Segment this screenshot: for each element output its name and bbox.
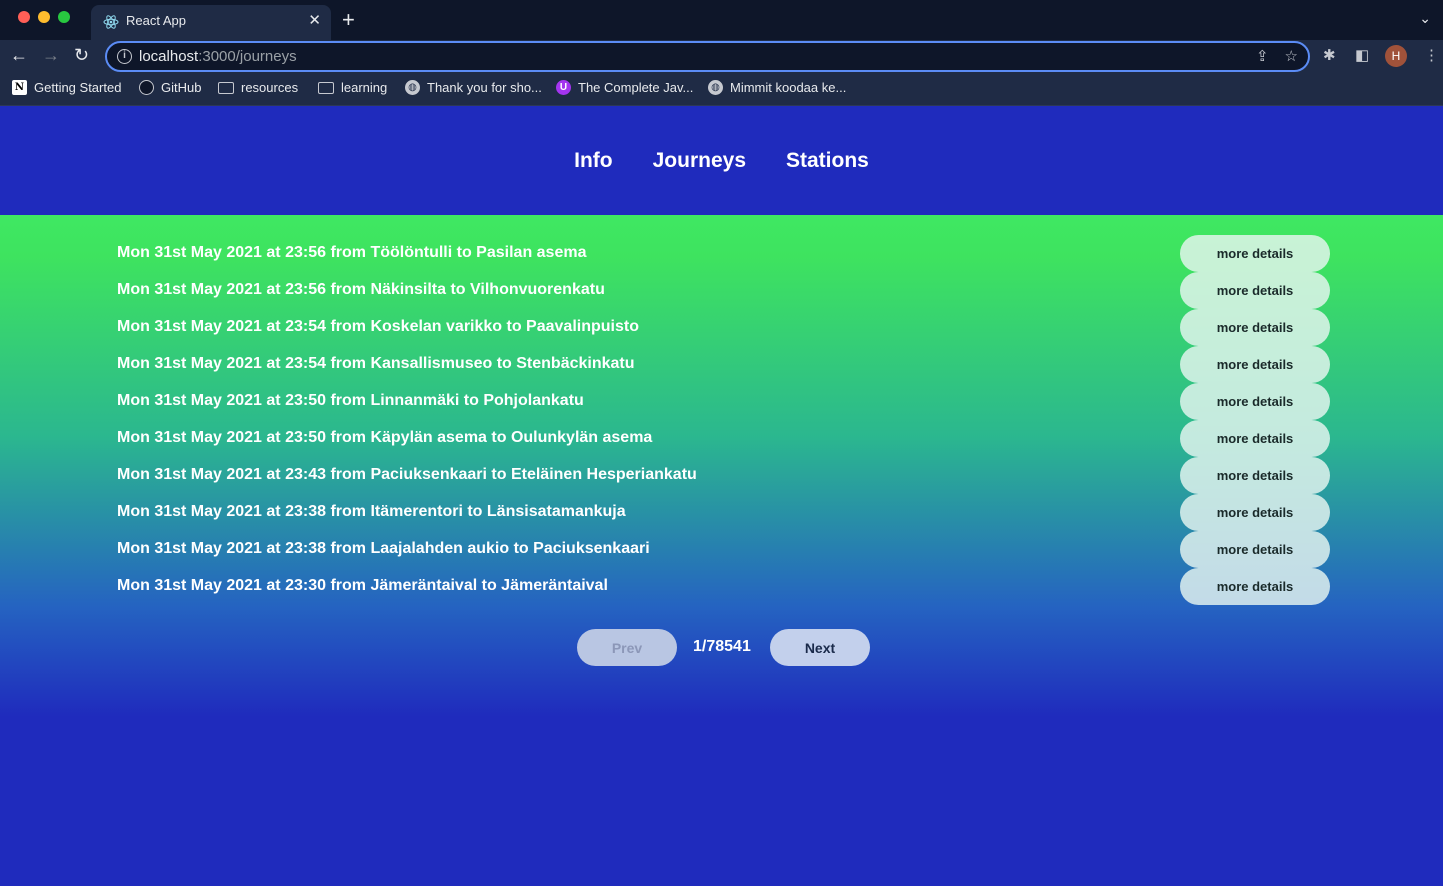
chevron-down-icon[interactable]: ⌄ <box>1419 10 1431 27</box>
more-details-button[interactable]: more details <box>1180 420 1330 457</box>
reload-icon[interactable]: ↻ <box>74 45 89 66</box>
notion-icon: N <box>12 80 27 95</box>
folder-icon <box>218 81 234 94</box>
more-details-button[interactable]: more details <box>1180 346 1330 383</box>
more-details-button[interactable]: more details <box>1180 531 1330 568</box>
journey-row: Mon 31st May 2021 at 23:38 from Itämeren… <box>117 494 1330 531</box>
pagination: Prev 1/78541 Next <box>577 629 870 666</box>
page-indicator: 1/78541 <box>693 638 751 655</box>
journey-row: Mon 31st May 2021 at 23:54 from Koskelan… <box>117 309 1330 346</box>
journey-summary: Mon 31st May 2021 at 23:56 from Töölöntu… <box>117 244 587 261</box>
udemy-icon: U <box>556 80 571 95</box>
journey-row: Mon 31st May 2021 at 23:30 from Jämeränt… <box>117 568 1330 605</box>
close-window-button[interactable] <box>18 11 30 23</box>
profile-avatar[interactable]: H <box>1385 45 1407 67</box>
journey-row: Mon 31st May 2021 at 23:56 from Näkinsil… <box>117 272 1330 309</box>
journey-summary: Mon 31st May 2021 at 23:54 from Koskelan… <box>117 318 639 335</box>
bookmark-star-icon[interactable]: ☆ <box>1285 47 1298 65</box>
github-icon <box>139 80 154 95</box>
page-content: Info Journeys Stations Mon 31st May 2021… <box>0 107 1443 886</box>
tab-title: React App <box>126 13 186 28</box>
prev-button[interactable]: Prev <box>577 629 677 666</box>
folder-icon <box>318 81 334 94</box>
journey-summary: Mon 31st May 2021 at 23:54 from Kansalli… <box>117 355 635 372</box>
extensions-icon[interactable]: ✱ <box>1323 46 1336 64</box>
journey-list: Mon 31st May 2021 at 23:56 from Töölöntu… <box>117 235 1330 605</box>
side-panel-icon[interactable]: ◧ <box>1355 46 1369 64</box>
address-bar[interactable]: i localhost:3000/journeys ⇪ ☆ <box>105 41 1310 72</box>
share-icon[interactable]: ⇪ <box>1256 47 1269 65</box>
next-button[interactable]: Next <box>770 629 870 666</box>
globe-icon: ◍ <box>405 80 420 95</box>
kebab-menu-icon[interactable]: ⋮ <box>1424 46 1439 64</box>
journey-summary: Mon 31st May 2021 at 23:30 from Jämeränt… <box>117 577 608 594</box>
browser-tab-bar: React App ✕ + ⌄ <box>0 0 1443 40</box>
more-details-button[interactable]: more details <box>1180 272 1330 309</box>
bookmark-item[interactable]: ◍ Thank you for sho... <box>405 80 542 95</box>
bookmark-item[interactable]: U The Complete Jav... <box>556 80 693 95</box>
bookmark-item[interactable]: N Getting Started <box>12 80 121 95</box>
more-details-button[interactable]: more details <box>1180 235 1330 272</box>
bookmark-item[interactable]: ◍ Mimmit koodaa ke... <box>708 80 846 95</box>
more-details-button[interactable]: more details <box>1180 494 1330 531</box>
bookmarks-bar: N Getting Started GitHub resources learni… <box>0 74 1443 106</box>
journey-summary: Mon 31st May 2021 at 23:56 from Näkinsil… <box>117 281 605 298</box>
more-details-button[interactable]: more details <box>1180 457 1330 494</box>
bookmark-item[interactable]: GitHub <box>139 80 201 95</box>
main-nav: Info Journeys Stations <box>0 107 1443 215</box>
back-arrow-icon[interactable]: ← <box>10 45 28 66</box>
journey-summary: Mon 31st May 2021 at 23:38 from Laajalah… <box>117 540 650 557</box>
journey-row: Mon 31st May 2021 at 23:56 from Töölöntu… <box>117 235 1330 272</box>
more-details-button[interactable]: more details <box>1180 309 1330 346</box>
site-info-icon[interactable]: i <box>117 49 132 64</box>
minimize-window-button[interactable] <box>38 11 50 23</box>
nav-link-journeys[interactable]: Journeys <box>653 149 746 215</box>
nav-link-info[interactable]: Info <box>574 149 612 215</box>
nav-link-stations[interactable]: Stations <box>786 149 869 215</box>
bookmark-folder[interactable]: learning <box>318 80 387 95</box>
react-icon <box>103 14 119 30</box>
journey-row: Mon 31st May 2021 at 23:50 from Käpylän … <box>117 420 1330 457</box>
journey-row: Mon 31st May 2021 at 23:50 from Linnanmä… <box>117 383 1330 420</box>
journey-summary: Mon 31st May 2021 at 23:50 from Linnanmä… <box>117 392 584 409</box>
globe-icon: ◍ <box>708 80 723 95</box>
url-text[interactable]: localhost:3000/journeys <box>139 48 297 65</box>
journey-summary: Mon 31st May 2021 at 23:43 from Paciukse… <box>117 466 697 483</box>
more-details-button[interactable]: more details <box>1180 383 1330 420</box>
new-tab-button[interactable]: + <box>342 7 355 33</box>
forward-arrow-icon[interactable]: → <box>42 45 60 66</box>
browser-tab[interactable]: React App ✕ <box>91 5 331 40</box>
more-details-button[interactable]: more details <box>1180 568 1330 605</box>
journey-row: Mon 31st May 2021 at 23:38 from Laajalah… <box>117 531 1330 568</box>
journey-row: Mon 31st May 2021 at 23:43 from Paciukse… <box>117 457 1330 494</box>
bookmark-folder[interactable]: resources <box>218 80 298 95</box>
browser-toolbar: ← → ↻ i localhost:3000/journeys ⇪ ☆ ✱ ◧ … <box>0 40 1443 74</box>
journey-summary: Mon 31st May 2021 at 23:38 from Itämeren… <box>117 503 626 520</box>
maximize-window-button[interactable] <box>58 11 70 23</box>
journey-summary: Mon 31st May 2021 at 23:50 from Käpylän … <box>117 429 653 446</box>
journey-row: Mon 31st May 2021 at 23:54 from Kansalli… <box>117 346 1330 383</box>
close-tab-icon[interactable]: ✕ <box>308 11 321 29</box>
